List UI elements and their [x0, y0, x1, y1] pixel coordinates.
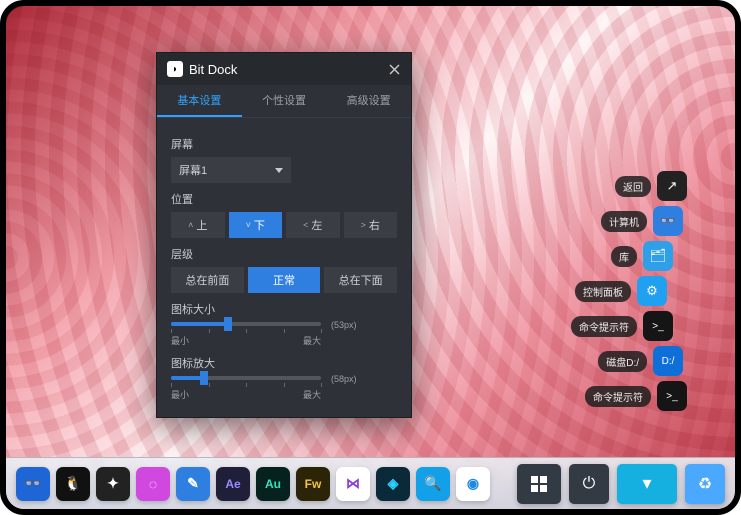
dock-visualstudio[interactable]: ⋈ — [336, 467, 370, 501]
dock-app-diamond[interactable]: ◈ — [376, 467, 410, 501]
close-icon[interactable] — [387, 62, 401, 76]
pos-down[interactable]: ˅下 — [229, 212, 283, 238]
radial-item-5[interactable]: 磁盘D:/ D:/ — [581, 346, 683, 376]
dock-power[interactable]: ⏻ — [569, 464, 609, 504]
radial-item-3[interactable]: 控制面板 ⚙ — [565, 276, 667, 306]
icon-size-slider[interactable]: (53px) 最小 最大 — [171, 322, 397, 347]
icon-size-label: 图标大小 — [171, 301, 397, 317]
radial-label: 计算机 — [601, 211, 647, 232]
d-icon: D:/ — [653, 346, 683, 376]
chevron-down-icon — [275, 168, 283, 173]
dock-eye[interactable]: ◉ — [456, 467, 490, 501]
radial-label: 控制面板 — [575, 281, 631, 302]
dock-recycle[interactable]: ♻ — [685, 464, 725, 504]
dock-app-3[interactable]: ✦ — [96, 467, 130, 501]
icon-zoom-label: 图标放大 — [171, 355, 397, 371]
share-icon: ↗ — [657, 171, 687, 201]
radial-item-2[interactable]: 库🗂 — [571, 241, 673, 271]
icon-size-value: (53px) — [331, 320, 357, 330]
position-label: 位置 — [171, 191, 397, 207]
dock-start[interactable] — [517, 464, 561, 504]
pos-left[interactable]: ˂左 — [286, 212, 340, 238]
icon-zoom-min: 最小 — [171, 388, 189, 401]
icon-zoom-max: 最大 — [303, 388, 321, 401]
settings-body: 屏幕 屏幕1 位置 ˄上 ˅下 ˂左 ˃右 层级 总在前面 正常 总在下面 图标… — [157, 118, 411, 417]
dock-right-group: ⏻▾♻ — [517, 464, 725, 504]
radial-label: 返回 — [615, 176, 651, 197]
glasses-icon: 👓 — [653, 206, 683, 236]
screen-label: 屏幕 — [171, 136, 397, 152]
layer-back[interactable]: 总在下面 — [324, 267, 397, 293]
desktop: ◗ Bit Dock 基本设置 个性设置 高级设置 屏幕 屏幕1 位置 ˄上 ˅… — [0, 0, 741, 515]
settings-window: ◗ Bit Dock 基本设置 个性设置 高级设置 屏幕 屏幕1 位置 ˄上 ˅… — [156, 52, 412, 418]
icon-size-max: 最大 — [303, 334, 321, 347]
chevron-right-icon: ˃ — [361, 220, 366, 230]
app-logo-icon: ◗ — [167, 61, 183, 77]
position-segment: ˄上 ˅下 ˂左 ˃右 — [171, 212, 397, 238]
term-icon: >_ — [657, 381, 687, 411]
screen-value: 屏幕1 — [179, 162, 207, 178]
radial-label: 库 — [611, 246, 637, 267]
icon-size-min: 最小 — [171, 334, 189, 347]
layer-front[interactable]: 总在前面 — [171, 267, 244, 293]
tab-basic[interactable]: 基本设置 — [157, 85, 242, 117]
folder-icon: 🗂 — [643, 241, 673, 271]
tab-personal[interactable]: 个性设置 — [242, 85, 327, 117]
radial-item-0[interactable]: 返回 ↗ — [585, 171, 687, 201]
chevron-left-icon: ˂ — [303, 220, 308, 230]
dock-app-1[interactable]: 👓 — [16, 467, 50, 501]
screen-dropdown[interactable]: 屏幕1 — [171, 157, 291, 183]
radial-item-6[interactable]: 命令提示符 >_ — [585, 381, 687, 411]
gear-icon: ⚙ — [637, 276, 667, 306]
pos-up[interactable]: ˄上 — [171, 212, 225, 238]
radial-label: 命令提示符 — [571, 316, 637, 337]
tab-advanced[interactable]: 高级设置 — [326, 85, 411, 117]
titlebar[interactable]: ◗ Bit Dock — [157, 53, 411, 85]
window-title: Bit Dock — [189, 62, 381, 77]
radial-menu: 返回↗计算机👓库🗂控制面板⚙命令提示符>_磁盘D:/D:/命令提示符>_ — [585, 166, 687, 416]
dock-left-group: 👓🐧✦◌✎AeAuFw⋈◈🔍◉ — [16, 467, 490, 501]
radial-item-1[interactable]: 计算机 👓 — [581, 206, 683, 236]
dock-app-4[interactable]: ◌ — [136, 467, 170, 501]
term-icon: >_ — [643, 311, 673, 341]
icon-zoom-slider[interactable]: (58px) 最小 最大 — [171, 376, 397, 401]
dock-app-2[interactable]: 🐧 — [56, 467, 90, 501]
layer-normal[interactable]: 正常 — [248, 267, 321, 293]
dock: 👓🐧✦◌✎AeAuFw⋈◈🔍◉ ⏻▾♻ — [6, 457, 735, 509]
radial-label: 命令提示符 — [585, 386, 651, 407]
chevron-down-icon: ˅ — [246, 220, 251, 230]
chevron-up-icon: ˄ — [188, 220, 193, 230]
radial-label: 磁盘D:/ — [598, 351, 647, 372]
radial-item-4[interactable]: 命令提示符 >_ — [571, 311, 673, 341]
pos-right[interactable]: ˃右 — [344, 212, 398, 238]
dock-fireworks[interactable]: Fw — [296, 467, 330, 501]
icon-zoom-value: (58px) — [331, 374, 357, 384]
dock-app-5[interactable]: ✎ — [176, 467, 210, 501]
dock-show-desktop[interactable]: ▾ — [617, 464, 677, 504]
dock-search[interactable]: 🔍 — [416, 467, 450, 501]
tabs: 基本设置 个性设置 高级设置 — [157, 85, 411, 118]
dock-aftereffects[interactable]: Ae — [216, 467, 250, 501]
dock-audition[interactable]: Au — [256, 467, 290, 501]
layer-segment: 总在前面 正常 总在下面 — [171, 267, 397, 293]
layer-label: 层级 — [171, 246, 397, 262]
